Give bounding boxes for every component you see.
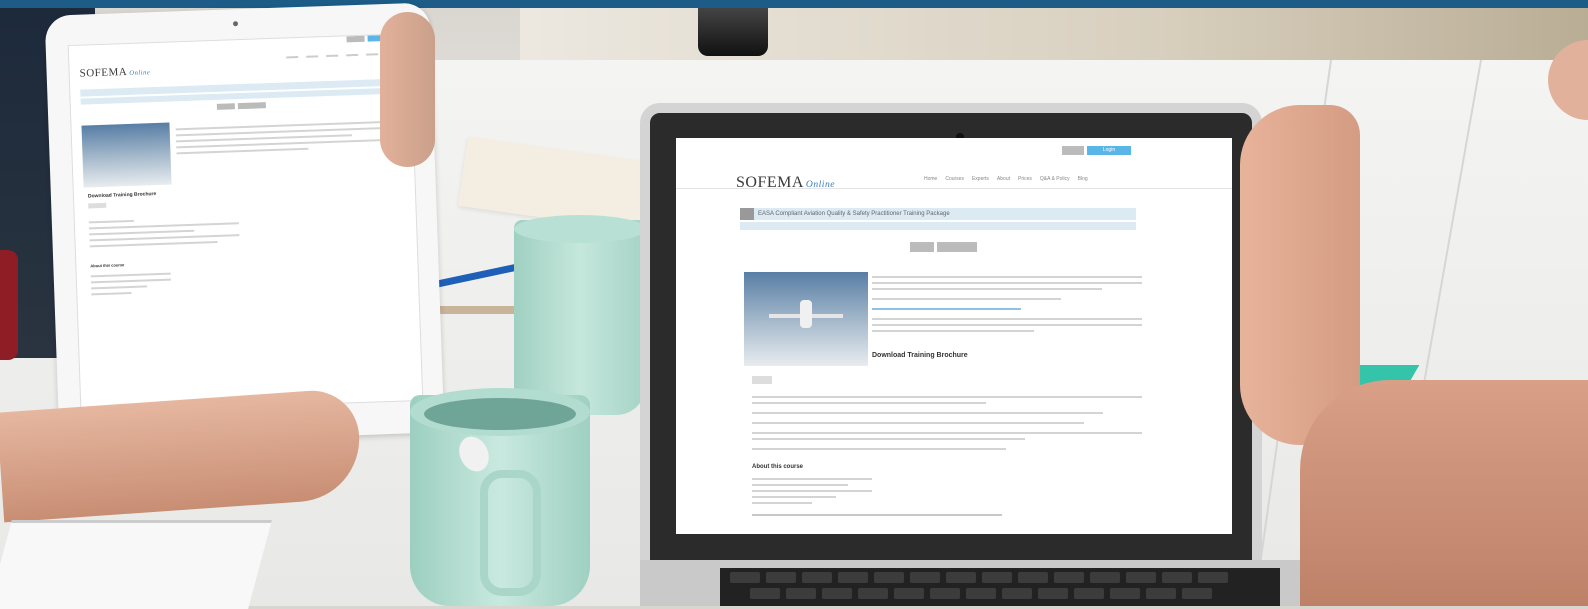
tablet-webpage: SOFEMAOnline Download Training Brochure (69, 34, 423, 412)
keyboard-key[interactable] (802, 572, 832, 583)
laptop-top-buttons: Login (1062, 146, 1131, 155)
laptop-course-subtitle-bar (740, 222, 1136, 230)
keyboard-key[interactable] (894, 588, 924, 599)
mint-cup-back (514, 220, 646, 415)
keyboard-key[interactable] (766, 572, 796, 583)
laptop-action-button[interactable] (937, 242, 977, 252)
top-banner-strip (0, 0, 1588, 8)
laptop-nav: Home Courses Experts About Prices Q&A & … (924, 176, 1088, 182)
arm-right (1300, 380, 1588, 606)
keyboard-key[interactable] (1074, 588, 1104, 599)
keyboard-key[interactable] (838, 572, 868, 583)
mint-cup-handle (480, 470, 541, 596)
laptop-header-divider (676, 188, 1232, 189)
keyboard-key[interactable] (966, 588, 996, 599)
keyboard-key[interactable] (1110, 588, 1140, 599)
tablet-action-button[interactable] (216, 103, 235, 110)
nav-about[interactable]: About (997, 176, 1010, 182)
laptop-course-title-bar: EASA Compliant Aviation Quality & Safety… (740, 208, 1136, 220)
keyboard-key[interactable] (982, 572, 1012, 583)
laptop-action-button[interactable] (910, 242, 934, 252)
laptop-title-icon (740, 208, 754, 220)
tablet-logo-text: SOFEMA (79, 66, 128, 80)
keyboard-key[interactable] (930, 588, 960, 599)
tablet-course-image (81, 122, 172, 188)
laptop-keyboard (720, 568, 1280, 606)
tablet-logo: SOFEMA Online (79, 56, 400, 80)
laptop-intro-text (872, 272, 1142, 336)
finger-on-tablet (380, 12, 435, 167)
laptop-brochure-heading: Download Training Brochure (872, 352, 968, 359)
tablet-about-heading: About this course (90, 262, 125, 269)
laptop-logo: SOFEMA Online (736, 174, 835, 192)
keyboard-key[interactable] (874, 572, 904, 583)
white-notebook (0, 520, 272, 609)
keyboard-key[interactable] (1038, 588, 1068, 599)
keyboard-key[interactable] (1198, 572, 1228, 583)
tablet-action-button[interactable] (237, 102, 266, 110)
keyboard-key[interactable] (858, 588, 888, 599)
laptop-screen: SOFEMA Online Login Home Courses Experts … (676, 138, 1232, 534)
mint-cup-back-rim (514, 215, 646, 243)
pen-holder (698, 8, 768, 56)
laptop-login-button[interactable]: Login (1087, 146, 1131, 155)
laptop-course-title: EASA Compliant Aviation Quality & Safety… (758, 211, 950, 217)
laptop-pdf-button[interactable] (752, 376, 772, 384)
keyboard-key[interactable] (946, 572, 976, 583)
keyboard-key[interactable] (1162, 572, 1192, 583)
keyboard-key[interactable] (1146, 588, 1176, 599)
keyboard-key[interactable] (1182, 588, 1212, 599)
keyboard-key[interactable] (786, 588, 816, 599)
nav-qa-policy[interactable]: Q&A & Policy (1040, 176, 1070, 182)
keyboard-key[interactable] (1054, 572, 1084, 583)
tablet-logo-sub: Online (129, 69, 151, 77)
tablet-about-text (90, 269, 172, 300)
keyboard-key[interactable] (1002, 588, 1032, 599)
tablet-camera (232, 21, 239, 27)
nav-prices[interactable]: Prices (1018, 176, 1032, 182)
tablet-button-grey[interactable] (346, 35, 365, 43)
nav-home[interactable]: Home (924, 176, 937, 182)
tablet-intro-text (175, 117, 397, 159)
tablet-pdf-button[interactable] (88, 202, 107, 209)
laptop-top-button-grey[interactable] (1062, 146, 1084, 155)
keyboard-key[interactable] (730, 572, 760, 583)
keyboard-key[interactable] (910, 572, 940, 583)
tablet-screen: SOFEMAOnline Download Training Brochure (67, 33, 424, 413)
red-tie (0, 250, 18, 360)
keyboard-key[interactable] (1090, 572, 1120, 583)
mint-cup-front-inside (424, 398, 576, 430)
laptop-action-buttons (910, 242, 977, 252)
keyboard-key[interactable] (750, 588, 780, 599)
keyboard-key[interactable] (822, 588, 852, 599)
nav-experts[interactable]: Experts (972, 176, 989, 182)
keyboard-key[interactable] (1018, 572, 1048, 583)
laptop-webpage: SOFEMA Online Login Home Courses Experts … (676, 138, 1232, 534)
keyboard-key[interactable] (1126, 572, 1156, 583)
nav-courses[interactable]: Courses (945, 176, 964, 182)
laptop-body-text (752, 392, 1142, 454)
laptop-footnote-line (752, 514, 1002, 516)
laptop-about-text (752, 474, 872, 508)
laptop-about-heading: About this course (752, 464, 804, 470)
tablet-body-text (88, 212, 240, 251)
laptop-airplane-image (744, 272, 868, 366)
tablet-brochure-heading: Download Training Brochure (87, 191, 157, 200)
nav-blog[interactable]: Blog (1078, 176, 1088, 182)
airplane-fuselage (799, 300, 813, 329)
